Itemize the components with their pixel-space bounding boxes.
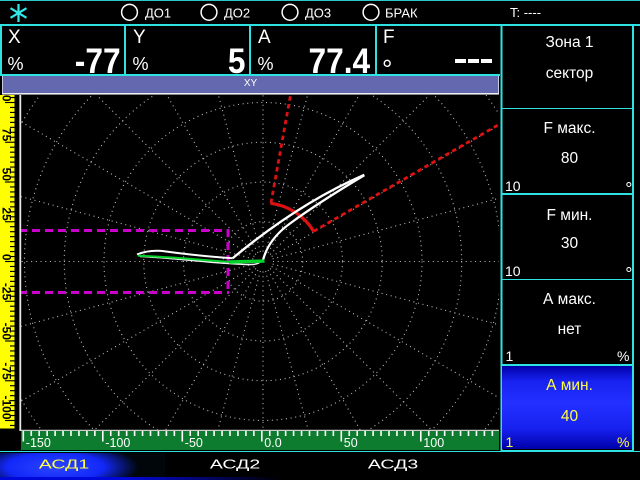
svg-text:-100: -100 xyxy=(0,395,14,419)
svg-text:-150: -150 xyxy=(26,436,51,450)
svg-text:0.0: 0.0 xyxy=(264,436,281,450)
svg-text:100: 100 xyxy=(423,436,444,450)
svg-text:-25: -25 xyxy=(0,283,14,301)
svg-text:50: 50 xyxy=(0,168,14,182)
svg-text:0: 0 xyxy=(0,254,14,261)
svg-text:100: 100 xyxy=(0,81,14,101)
svg-text:-50: -50 xyxy=(0,323,14,341)
svg-text:-100: -100 xyxy=(105,436,130,450)
svg-text:-50: -50 xyxy=(185,436,203,450)
svg-text:75: 75 xyxy=(0,128,14,142)
svg-text:50: 50 xyxy=(344,436,358,450)
svg-text:25: 25 xyxy=(0,207,14,221)
svg-text:-75: -75 xyxy=(0,362,14,380)
